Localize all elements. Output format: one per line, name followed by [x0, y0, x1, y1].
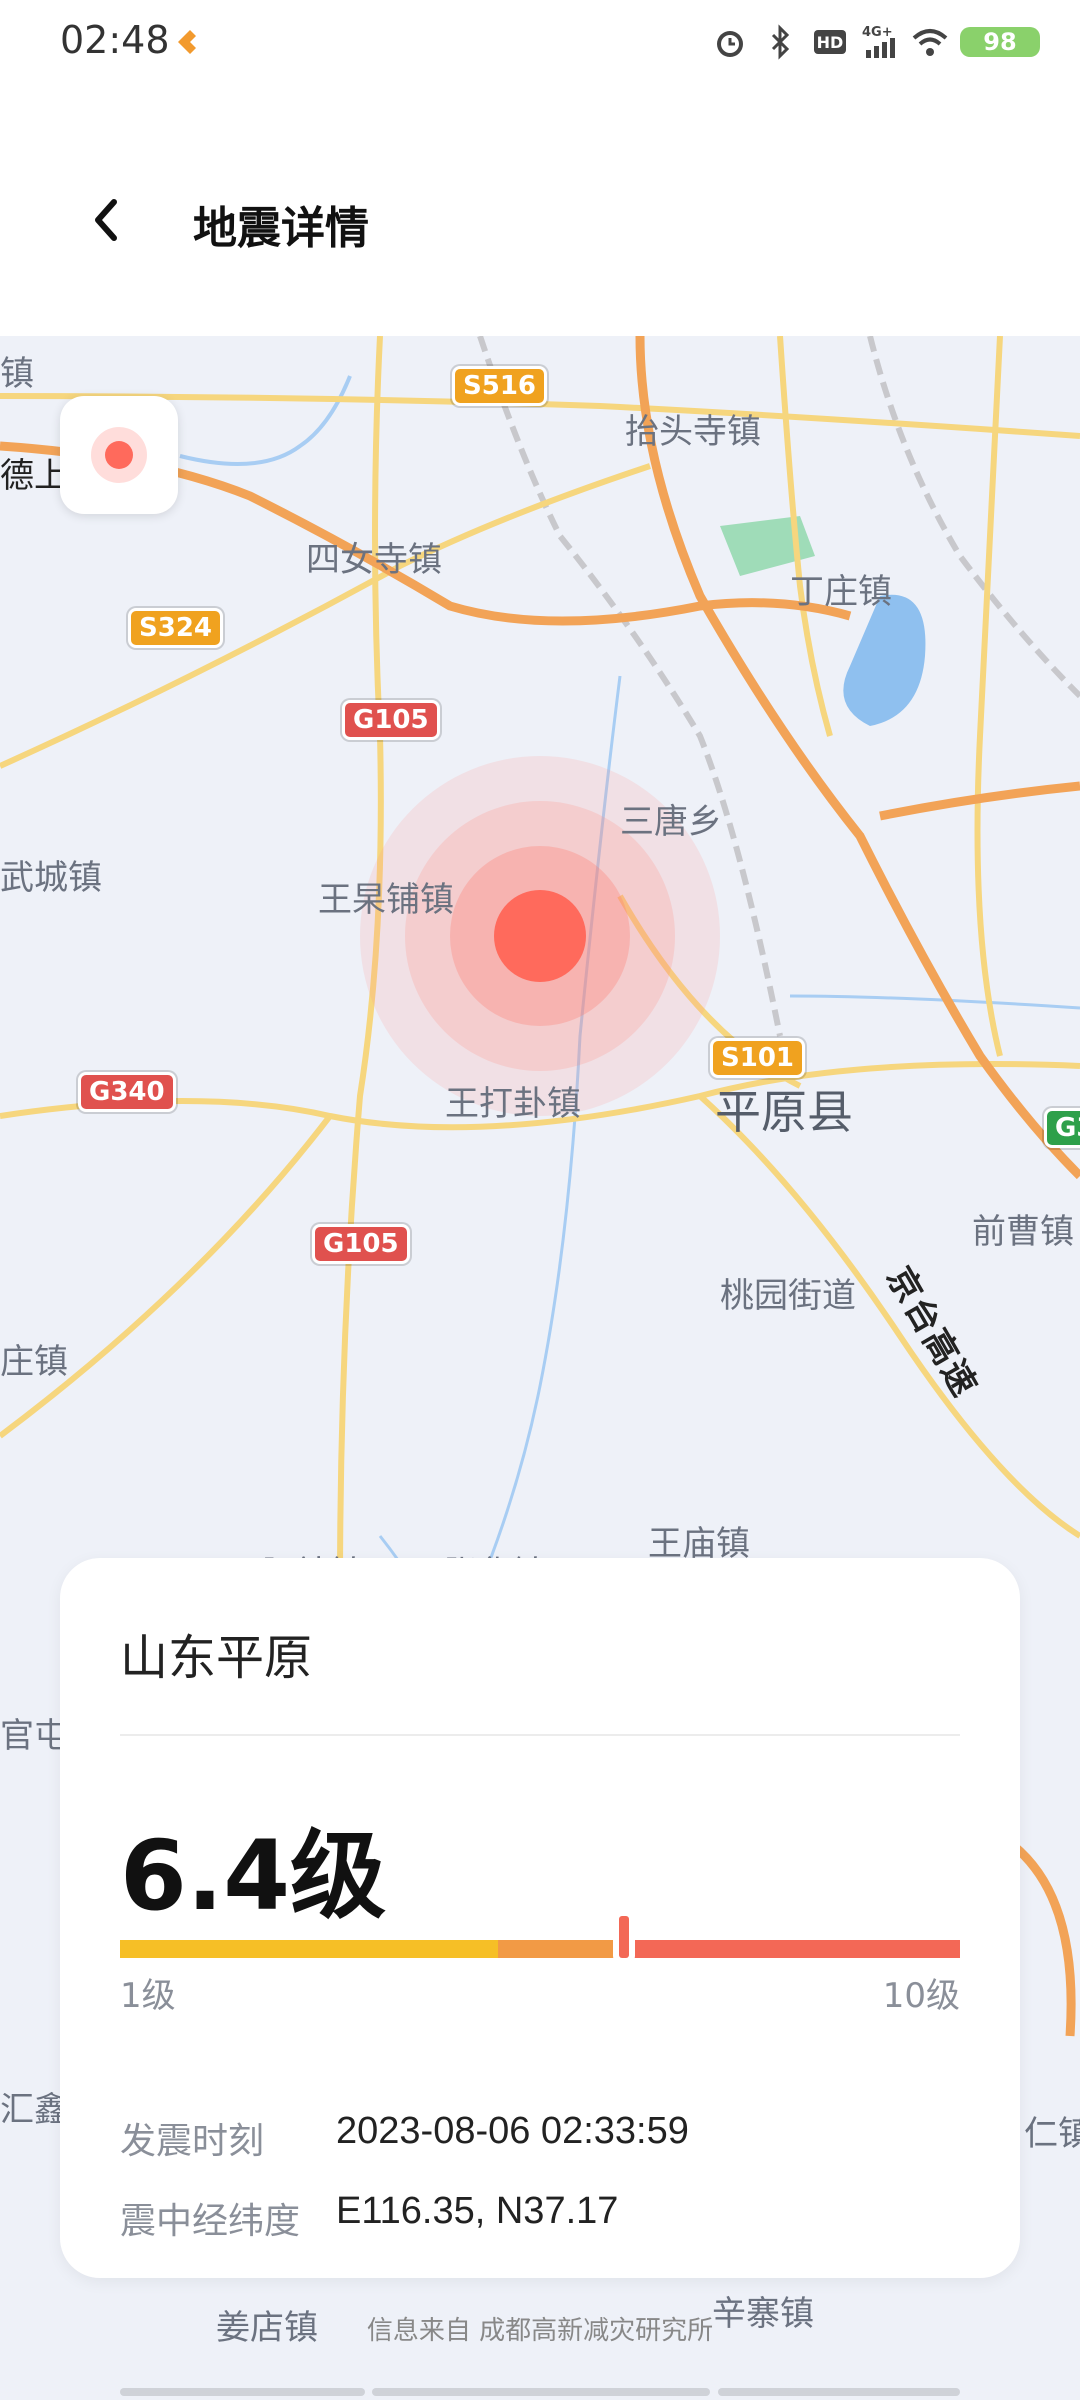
place-label: 庄镇: [0, 1342, 68, 1382]
battery-level: 98: [983, 28, 1017, 56]
time-label: 发震时刻: [120, 2121, 265, 2162]
svg-text:4G+: 4G+: [862, 25, 893, 40]
page-header: 地震详情: [0, 160, 1080, 280]
bluetooth-icon: [771, 24, 790, 60]
scale-segment-low: [120, 1940, 498, 1958]
place-label: 前曹镇: [972, 1212, 1074, 1252]
place-label: 汇鑫: [0, 2090, 68, 2130]
place-label: 德上: [0, 456, 68, 496]
svg-text:HD: HD: [817, 33, 844, 52]
road-shield: G340: [78, 1072, 176, 1112]
road-shield: S324: [128, 608, 223, 648]
place-label: 桃园街道: [720, 1276, 856, 1316]
divider: [120, 1734, 960, 1736]
coord-label: 震中经纬度: [120, 2201, 301, 2242]
road-shield: G3: [1044, 1108, 1080, 1148]
lake: [843, 594, 926, 726]
status-time: 02:48: [60, 18, 170, 62]
road-shield: S516: [452, 366, 547, 406]
road-shield: G105: [312, 1224, 410, 1264]
place-label: 官屯: [0, 1716, 68, 1756]
earthquake-info-card: 山东平原 6.4级 1级 10级 发震时刻 2023-08-06 02:33:5…: [60, 1558, 1020, 2278]
scale-min-label: 1级: [120, 1976, 176, 2016]
place-label: 丁庄镇: [790, 572, 892, 612]
page-title: 地震详情: [193, 203, 369, 254]
locate-epicenter-icon: [91, 427, 147, 483]
scale-segment-high: [624, 1940, 960, 1958]
road-shield: S101: [710, 1038, 805, 1078]
magnitude-marker: [619, 1916, 629, 1958]
nav-bar: [718, 2388, 960, 2396]
place-label: 抬头寺镇: [625, 412, 761, 452]
signal-4g-icon: 4G+: [862, 25, 895, 58]
battery-icon: 98: [960, 27, 1040, 57]
wifi-icon: [912, 29, 948, 56]
road: [0, 1114, 333, 1439]
river: [789, 994, 1080, 1010]
place-label: 镇: [0, 354, 34, 394]
nav-bar: [120, 2388, 365, 2396]
quake-magnitude: 6.4级: [120, 1820, 387, 1932]
place-label-county: 平原县: [715, 1085, 853, 1139]
place-label: 三唐乡: [620, 802, 722, 842]
time-value: 2023-08-06 02:33:59: [336, 2110, 689, 2152]
magnitude-scale-bar: [120, 1916, 960, 1958]
data-source: 信息来自 成都高新减灾研究所: [366, 2316, 714, 2346]
place-label: 王打卦镇: [445, 1084, 581, 1124]
scale-segment-mid: [498, 1940, 624, 1958]
alarm-icon: [717, 31, 743, 57]
heart-icon: [178, 30, 196, 54]
nav-bar: [372, 2388, 710, 2396]
quake-location: 山东平原: [120, 1630, 313, 1686]
place-label: 仁镇: [1024, 2114, 1080, 2154]
locate-epicenter-button[interactable]: [60, 396, 178, 514]
scale-max-label: 10级: [882, 1976, 960, 2016]
status-bar: 02:48 HD 4G+ 98: [0, 0, 1080, 84]
place-label: 王杲铺镇: [318, 880, 454, 920]
coord-value: E116.35, N37.17: [336, 2190, 619, 2232]
road: [974, 336, 1003, 1057]
river: [179, 375, 352, 466]
place-label: 武城镇: [0, 858, 102, 898]
chevron-left-icon[interactable]: [78, 190, 138, 250]
hd-icon: HD: [814, 30, 846, 54]
status-icons: HD 4G+ 98: [710, 20, 1040, 64]
place-label: 四女寺镇: [306, 540, 442, 580]
road-shield: G105: [342, 700, 440, 740]
